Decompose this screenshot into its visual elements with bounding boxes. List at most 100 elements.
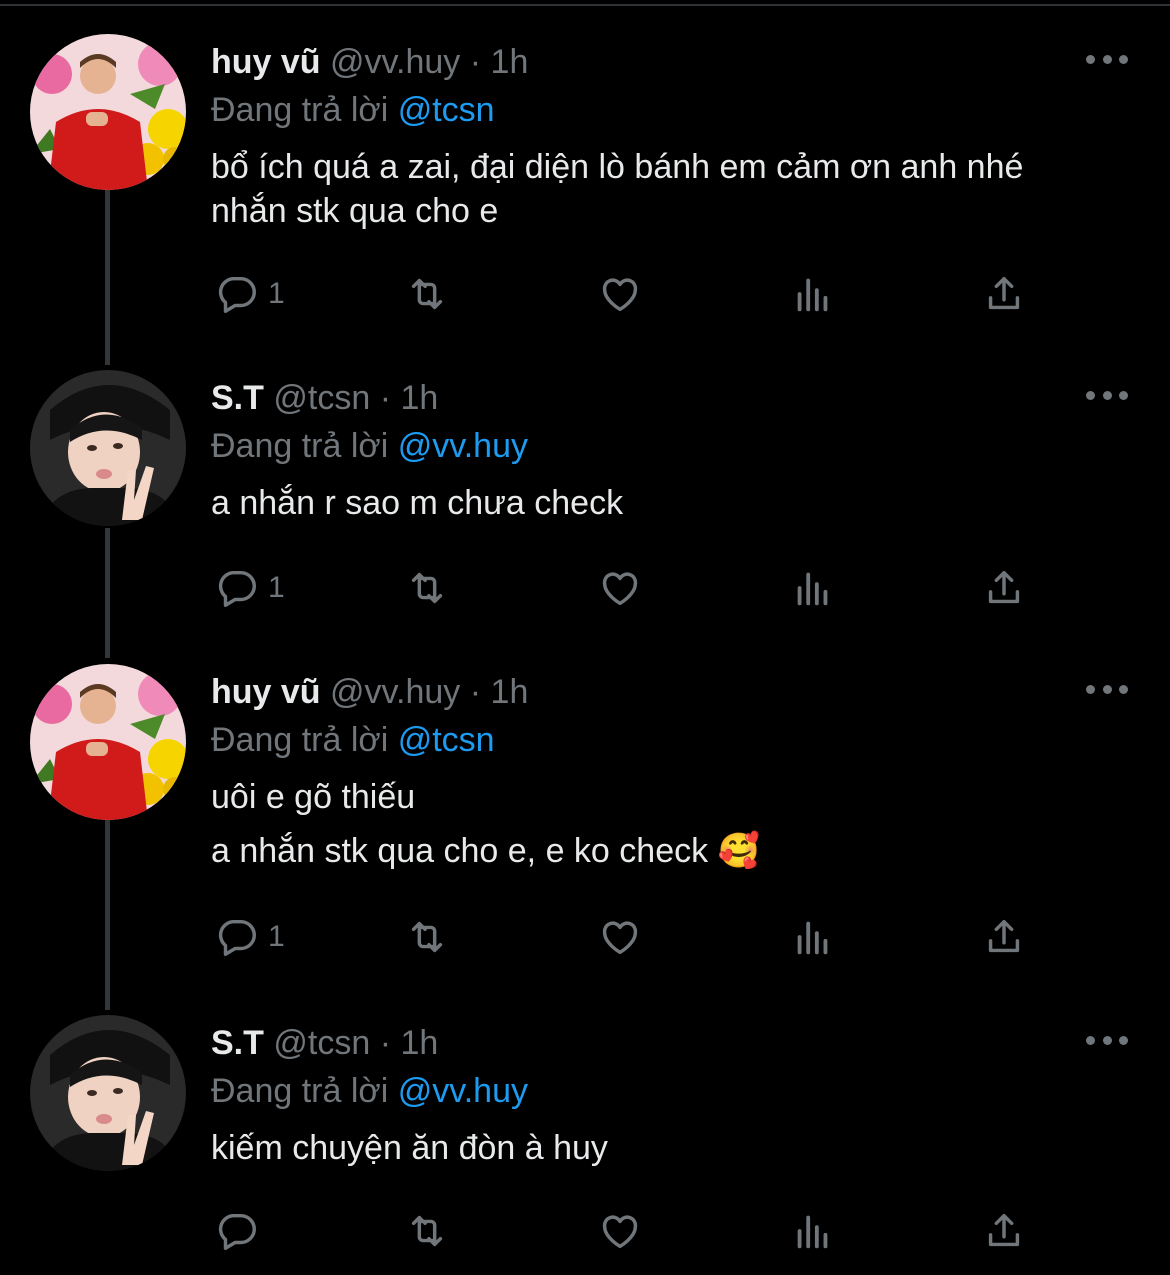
retweet-button[interactable] (404, 563, 450, 613)
user-handle[interactable]: @tcsn (273, 379, 370, 417)
share-button[interactable] (981, 563, 1027, 613)
heart-icon (602, 278, 638, 312)
action-bar (0, 1206, 1170, 1256)
share-icon (988, 919, 1020, 953)
tweet-header: huy vũ @vv.huy · 1h (211, 40, 528, 84)
timestamp[interactable]: 1h (400, 379, 438, 417)
replying-to-label: Đang trả lời (211, 91, 389, 129)
tweet[interactable]: huy vũ @vv.huy · 1h Đang trả lời @tcsn u… (0, 664, 1170, 984)
reply-button[interactable] (214, 1206, 268, 1256)
views-button[interactable] (790, 563, 836, 613)
retweet-icon (411, 572, 443, 604)
more-icon[interactable] (1086, 1033, 1128, 1047)
tweet-text-line: a nhắn r sao m chưa check (211, 484, 624, 522)
separator-dot: · (379, 379, 392, 417)
heart-icon (602, 1215, 638, 1249)
tweet-text-line: nhắn stk qua cho e (211, 192, 499, 230)
views-icon (797, 572, 828, 606)
tweet-header: huy vũ @vv.huy · 1h (211, 670, 528, 714)
views-icon (797, 278, 828, 312)
reply-icon (218, 919, 256, 956)
tweet[interactable]: S.T @tcsn · 1h Đang trả lời @vv.huy kiếm… (0, 1015, 1170, 1270)
retweet-button[interactable] (404, 1206, 450, 1256)
reply-button[interactable]: 1 (214, 912, 285, 962)
retweet-icon (411, 1215, 443, 1247)
heart-icon (602, 572, 638, 606)
more-icon[interactable] (1086, 52, 1128, 66)
reply-count: 1 (268, 277, 285, 310)
replying-to: Đang trả lời @tcsn (211, 88, 495, 132)
display-name[interactable]: huy vũ (211, 43, 321, 81)
like-button[interactable] (597, 269, 643, 319)
avatar[interactable] (30, 370, 186, 526)
reply-icon (218, 1213, 256, 1250)
avatar-st (30, 1015, 186, 1171)
display-name[interactable]: S.T (211, 1024, 264, 1062)
timestamp[interactable]: 1h (400, 1024, 438, 1062)
share-button[interactable] (981, 1206, 1027, 1256)
action-bar: 1 (0, 269, 1170, 319)
tweet-text-line: uôi e gõ thiếu (211, 778, 416, 816)
separator-dot: · (469, 673, 482, 711)
share-button[interactable] (981, 269, 1027, 319)
tweet-text-line: a nhắn stk qua cho e, e ko check 🥰 (211, 832, 760, 870)
replying-to-label: Đang trả lời (211, 1072, 389, 1110)
share-icon (988, 1213, 1020, 1247)
display-name[interactable]: huy vũ (211, 673, 321, 711)
tweet-header: S.T @tcsn · 1h (211, 1021, 438, 1065)
reply-button[interactable]: 1 (214, 269, 285, 319)
replying-to: Đang trả lời @vv.huy (211, 1069, 528, 1113)
views-button[interactable] (790, 1206, 836, 1256)
reply-button[interactable]: 1 (214, 563, 285, 613)
replying-to-label: Đang trả lời (211, 721, 389, 759)
views-icon (797, 921, 828, 955)
reply-count: 1 (268, 920, 285, 953)
avatar-huy (30, 664, 186, 820)
user-handle[interactable]: @vv.huy (330, 673, 460, 711)
display-name[interactable]: S.T (211, 379, 264, 417)
tweet-text-line: bổ ích quá a zai, đại diện lò bánh em cả… (211, 148, 1024, 186)
avatar[interactable] (30, 34, 186, 190)
timestamp[interactable]: 1h (491, 673, 529, 711)
share-icon (988, 570, 1020, 604)
retweet-icon (411, 278, 443, 310)
avatar-huy (30, 34, 186, 190)
more-icon[interactable] (1086, 388, 1128, 402)
like-button[interactable] (597, 563, 643, 613)
share-icon (988, 276, 1020, 310)
views-button[interactable] (790, 269, 836, 319)
avatar-st (30, 370, 186, 526)
tweet-header: S.T @tcsn · 1h (211, 376, 438, 420)
heart-icon (602, 921, 638, 955)
like-button[interactable] (597, 912, 643, 962)
reply-icon (218, 276, 256, 313)
reply-count: 1 (268, 571, 285, 604)
retweet-button[interactable] (404, 269, 450, 319)
tweet[interactable]: S.T @tcsn · 1h Đang trả lời @vv.huy a nh… (0, 370, 1170, 630)
action-bar: 1 (0, 912, 1170, 962)
avatar[interactable] (30, 1015, 186, 1171)
mention-link[interactable]: @tcsn (398, 91, 495, 129)
more-icon[interactable] (1086, 682, 1128, 696)
top-divider (0, 0, 1170, 6)
user-handle[interactable]: @vv.huy (330, 43, 460, 81)
tweet-text-line: kiếm chuyện ăn đòn à huy (211, 1129, 608, 1167)
action-bar: 1 (0, 563, 1170, 613)
reply-icon (218, 570, 256, 607)
replying-to-label: Đang trả lời (211, 427, 389, 465)
separator-dot: · (469, 43, 482, 81)
like-button[interactable] (597, 1206, 643, 1256)
mention-link[interactable]: @vv.huy (398, 427, 528, 465)
share-button[interactable] (981, 912, 1027, 962)
views-button[interactable] (790, 912, 836, 962)
mention-link[interactable]: @tcsn (398, 721, 495, 759)
timestamp[interactable]: 1h (491, 43, 529, 81)
views-icon (797, 1215, 828, 1249)
replying-to: Đang trả lời @vv.huy (211, 424, 528, 468)
avatar[interactable] (30, 664, 186, 820)
tweet[interactable]: huy vũ @vv.huy · 1h Đang trả lời @tcsn b… (0, 34, 1170, 334)
mention-link[interactable]: @vv.huy (398, 1072, 528, 1110)
user-handle[interactable]: @tcsn (273, 1024, 370, 1062)
retweet-button[interactable] (404, 912, 450, 962)
separator-dot: · (379, 1024, 392, 1062)
